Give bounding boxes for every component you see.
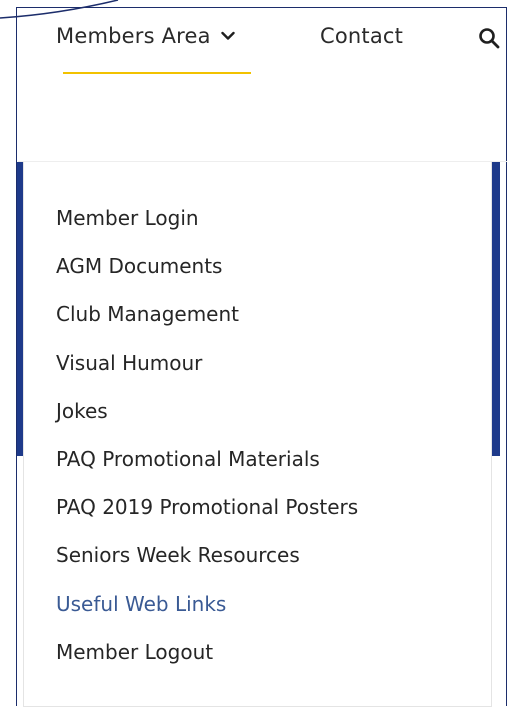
screenshot-frame: Members Area Contact Member Login AGM Doc… (0, 0, 509, 709)
dropdown-item-useful-web-links[interactable]: Useful Web Links (56, 589, 358, 637)
dropdown-item-paq-2019-promotional-posters[interactable]: PAQ 2019 Promotional Posters (56, 492, 358, 540)
search-icon[interactable] (477, 26, 501, 50)
dropdown-item-member-login[interactable]: Member Login (56, 203, 358, 251)
dropdown-item-jokes[interactable]: Jokes (56, 396, 358, 444)
right-scrollbar[interactable] (492, 162, 500, 456)
nav-active-underline (63, 72, 251, 74)
dropdown-item-paq-promotional-materials[interactable]: PAQ Promotional Materials (56, 444, 358, 492)
nav-contact[interactable]: Contact (320, 24, 403, 48)
nav-contact-label: Contact (320, 24, 404, 48)
dropdown-item-club-management[interactable]: Club Management (56, 299, 358, 347)
chevron-down-icon (221, 31, 235, 40)
dropdown-item-agm-documents[interactable]: AGM Documents (56, 251, 358, 299)
dropdown-item-member-logout[interactable]: Member Logout (56, 637, 358, 685)
members-area-dropdown: Member Login AGM Documents Club Management… (23, 162, 492, 707)
nav-members-area-label: Members Area (56, 24, 211, 48)
dropdown-menu-list: Member Login AGM Documents Club Management… (56, 203, 358, 685)
dropdown-item-visual-humour[interactable]: Visual Humour (56, 348, 358, 396)
nav-members-area[interactable]: Members Area (56, 24, 235, 48)
dropdown-item-seniors-week-resources[interactable]: Seniors Week Resources (56, 540, 358, 588)
